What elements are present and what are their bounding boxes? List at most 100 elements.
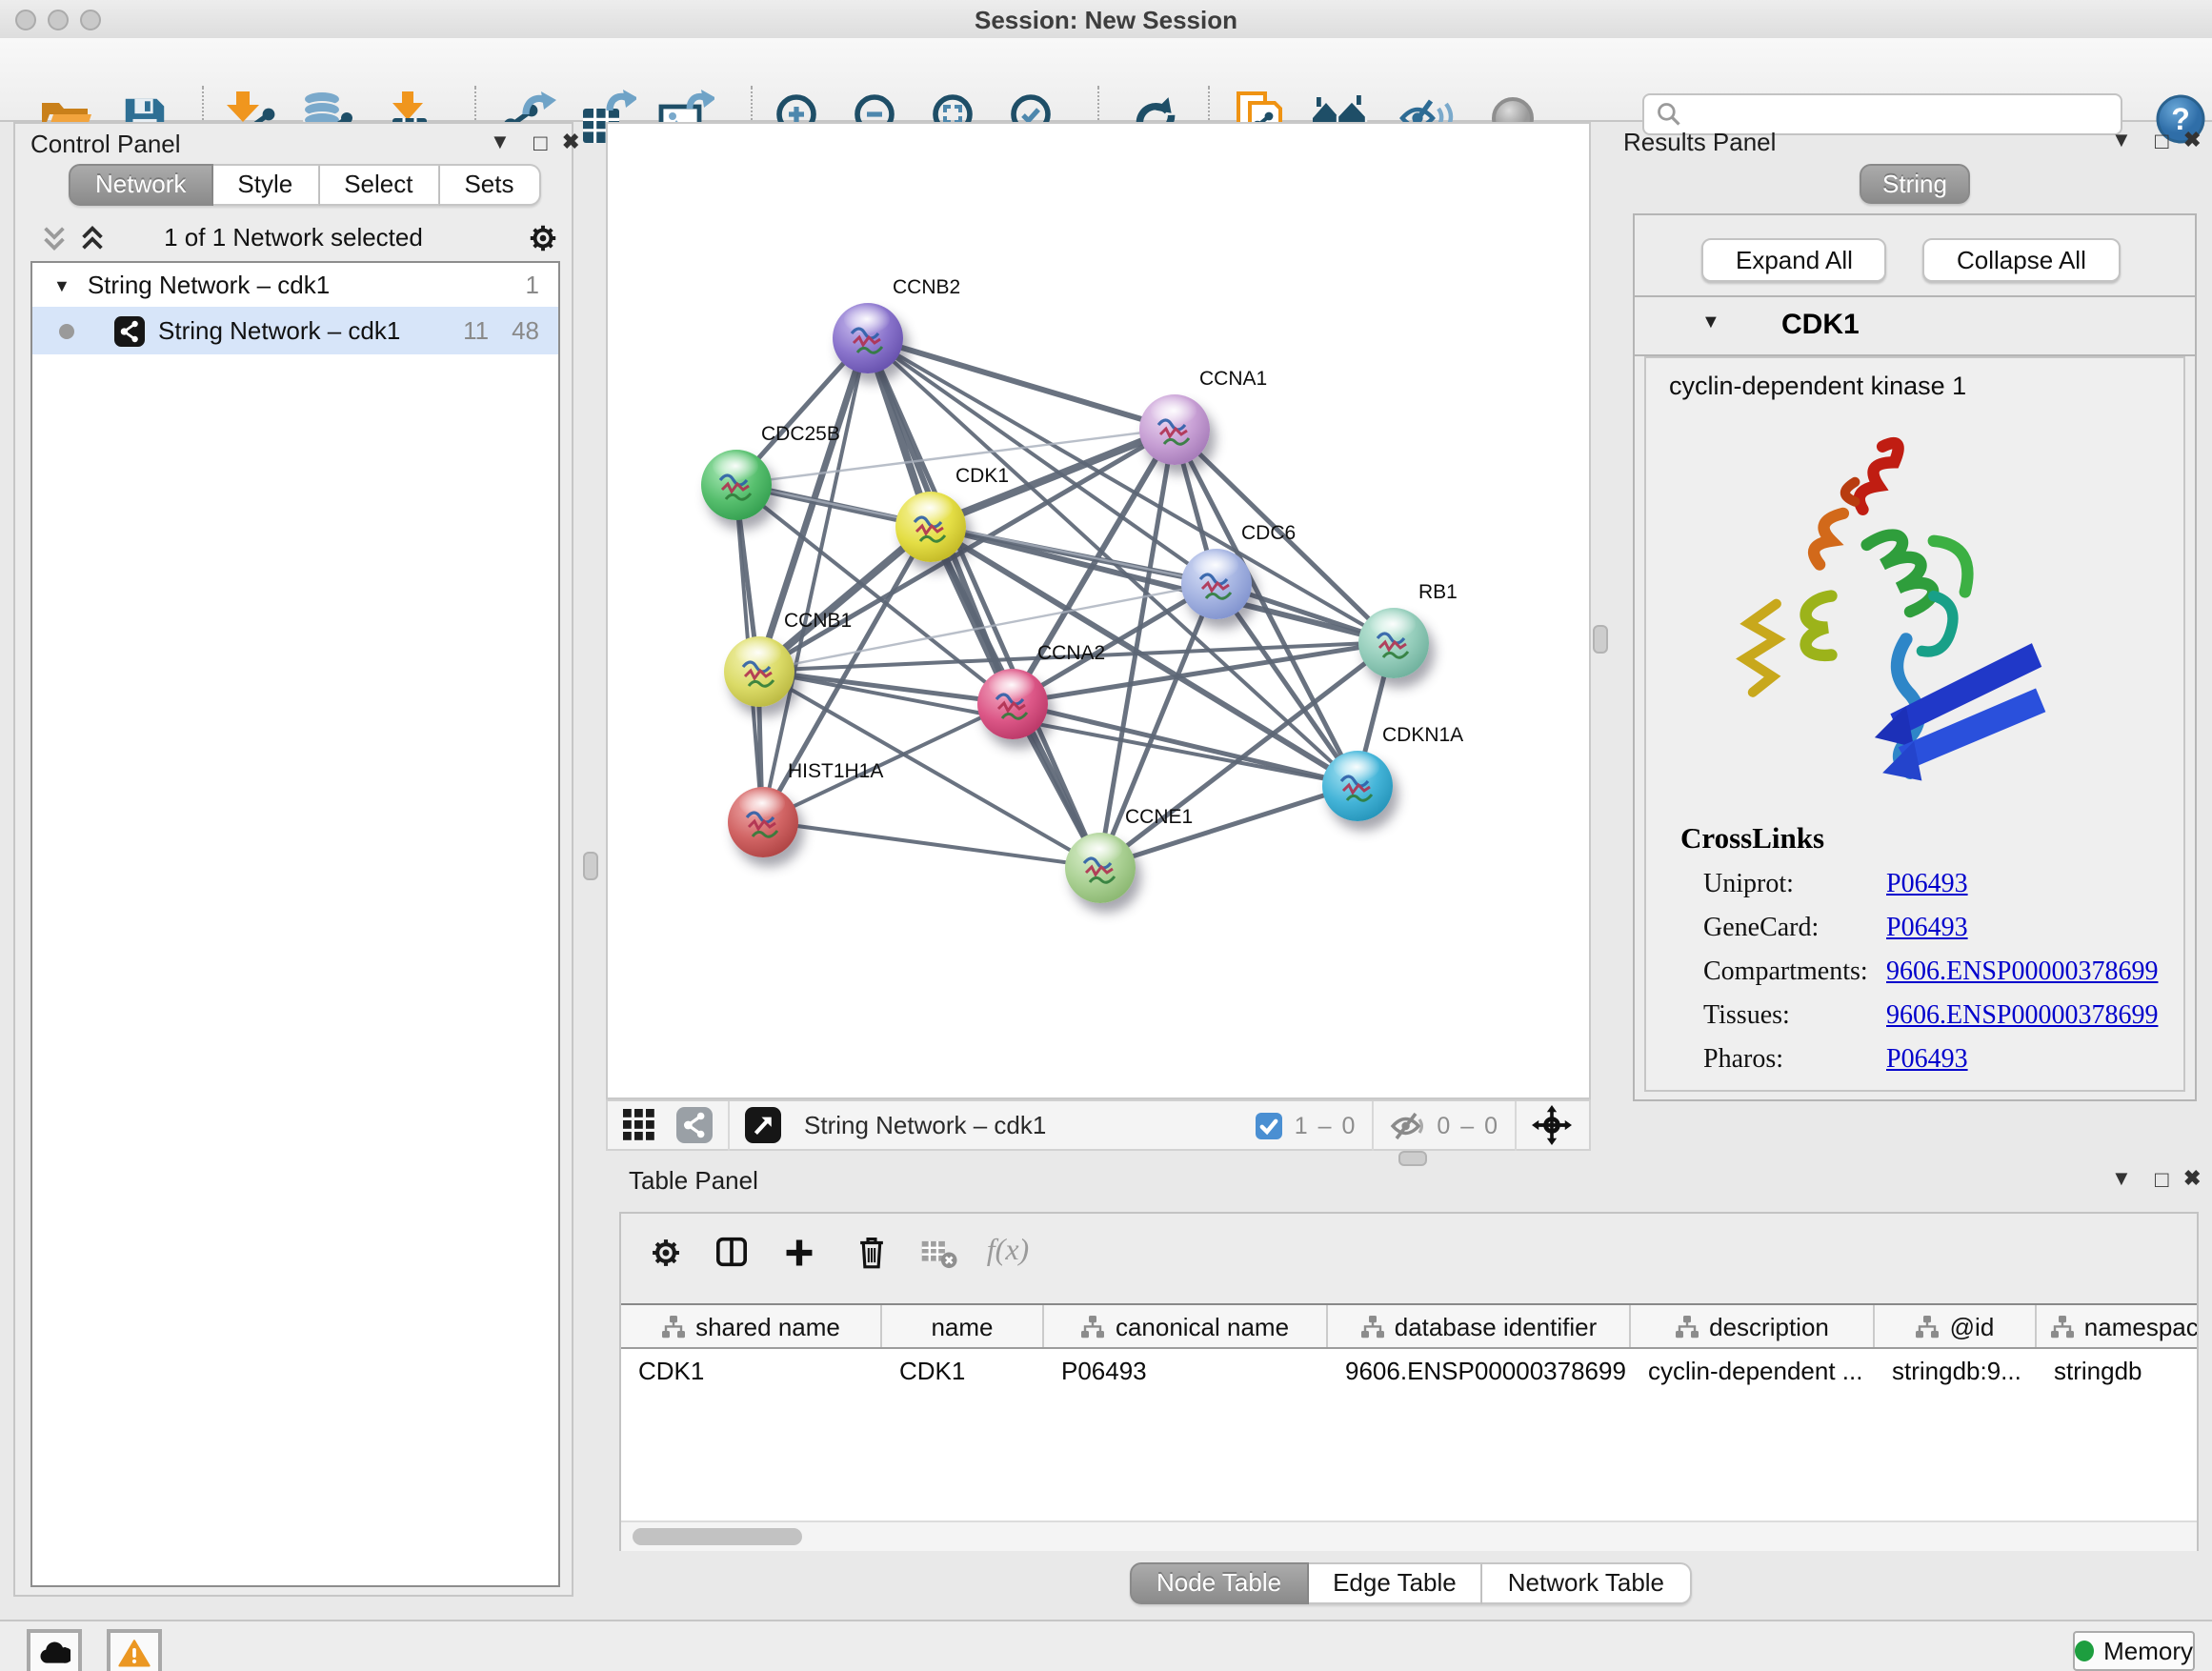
tab-network-table[interactable]: Network Table [1483,1562,1691,1604]
table-cell[interactable]: CDK1 [882,1349,1044,1393]
table-row[interactable]: CDK1CDK1P064939606.ENSP00000378699cyclin… [621,1349,2197,1393]
gear-icon[interactable] [526,221,560,255]
warnings-button[interactable] [107,1629,162,1671]
crosslink-row: Tissues:9606.ENSP00000378699 [1703,1002,2183,1033]
table-settings-button[interactable] [640,1227,690,1277]
network-status-dot [59,323,74,338]
network-edge[interactable] [867,337,1174,429]
network-edge[interactable] [867,337,1099,867]
panel-float-icon[interactable]: □ [533,130,548,156]
table-cell[interactable]: stringdb [2037,1349,2197,1393]
network-node-CCNA2[interactable]: CCNA2 [976,668,1047,738]
birdseye-grid-icon[interactable] [623,1109,655,1141]
crosslink-link[interactable]: 9606.ENSP00000378699 [1886,1002,2158,1033]
column-header-description[interactable]: description [1631,1305,1875,1347]
crosslink-link[interactable]: P06493 [1886,871,1968,901]
network-edge[interactable] [867,337,1393,642]
network-collection-row[interactable]: ▼ String Network – cdk1 1 [32,263,558,307]
panel-menu-icon[interactable]: ▼ [2111,1168,2132,1191]
table-cell[interactable]: CDK1 [621,1349,882,1393]
network-view-canvas[interactable]: CCNB2 CCNA1 CDC25B CDK1 CDC6 RB1 CCNB1 CCNA2 CDK… [606,122,1591,1099]
warning-icon [118,1638,151,1666]
network-icon-gray[interactable] [676,1107,713,1143]
table-panel-title: Table Panel [629,1166,758,1195]
panel-menu-icon[interactable]: ▼ [2111,130,2132,152]
collapse-all-button[interactable]: Collapse All [1922,238,2121,282]
crosslink-link[interactable]: 9606.ENSP00000378699 [1886,958,2158,989]
network-row[interactable]: String Network – cdk1 11 48 [32,307,558,354]
memory-button[interactable]: Memory [2073,1631,2195,1671]
network-edges [608,124,1591,1099]
panel-float-icon[interactable]: □ [2155,1166,2169,1193]
network-node-CDKN1A[interactable]: CDKN1A [1321,750,1392,820]
delete-column-button[interactable] [846,1227,895,1277]
column-header-database-identifier[interactable]: database identifier [1328,1305,1631,1347]
gene-symbol: CDK1 [1781,309,1860,341]
panel-close-icon[interactable]: ✖ [2183,1166,2201,1191]
collection-count: 1 [526,271,539,299]
network-edge[interactable] [758,671,1012,703]
table-horizontal-scrollbar[interactable] [621,1520,2197,1551]
bar-separator [1372,1100,1374,1150]
network-edge[interactable] [1012,703,1357,785]
tab-node-table[interactable]: Node Table [1130,1562,1308,1604]
node-label: CCNA2 [1037,641,1105,664]
panel-float-icon[interactable]: □ [2155,128,2169,154]
column-header-canonical-name[interactable]: canonical name [1044,1305,1328,1347]
crosslink-link[interactable]: P06493 [1886,915,1968,945]
function-builder-button[interactable]: f(x) [983,1227,1033,1277]
expand-all-button[interactable]: Expand All [1701,238,1887,282]
network-node-CCNA1[interactable]: CCNA1 [1138,393,1209,464]
table-cell[interactable]: P06493 [1044,1349,1328,1393]
network-edge[interactable] [762,337,867,821]
tab-style[interactable]: Style [212,164,319,206]
scrollbar-thumb[interactable] [633,1528,802,1545]
delete-table-button[interactable] [913,1227,962,1277]
left-splitter-handle[interactable] [583,852,598,880]
network-node-HIST1H1A[interactable]: HIST1H1A [727,786,797,856]
create-column-button[interactable] [774,1227,823,1277]
crosslink-link[interactable]: P06493 [1886,1046,1968,1077]
table-panel: Table Panel ▼ □ ✖ [606,1162,2202,1616]
crosslink-label: Compartments: [1703,958,1886,989]
section-expander-icon[interactable]: ▼ [1701,312,1720,333]
network-node-CCNB2[interactable]: CCNB2 [832,302,902,372]
node-count: 11 [463,316,489,345]
node-label: HIST1H1A [788,759,883,782]
panel-close-icon[interactable]: ✖ [2183,128,2201,152]
tab-edge-table[interactable]: Edge Table [1308,1562,1483,1604]
network-view-title: String Network – cdk1 [804,1111,1046,1139]
panel-close-icon[interactable]: ✖ [562,130,579,154]
crosslink-label: Tissues: [1703,1002,1886,1033]
network-node-CDC6[interactable]: CDC6 [1180,548,1251,618]
column-header--id[interactable]: @id [1875,1305,2037,1347]
panel-menu-icon[interactable]: ▼ [490,131,511,154]
show-columns-button[interactable] [707,1227,756,1277]
tree-expander-icon[interactable]: ▼ [53,275,70,294]
table-cell[interactable]: cyclin-dependent ... [1631,1349,1875,1393]
open-in-window-icon[interactable] [745,1107,781,1143]
table-cell[interactable]: 9606.ENSP00000378699 [1328,1349,1631,1393]
network-node-CDC25B[interactable]: CDC25B [700,449,771,519]
gene-section-header[interactable]: ▼ CDK1 [1635,297,2195,356]
tab-select[interactable]: Select [319,164,439,206]
network-edge[interactable] [762,821,1099,867]
network-node-CCNB1[interactable]: CCNB1 [723,635,794,706]
reset-position-icon[interactable] [1532,1105,1572,1145]
tab-sets[interactable]: Sets [439,164,540,206]
column-header-namespace[interactable]: namespace [2037,1305,2197,1347]
network-node-CDK1[interactable]: CDK1 [895,491,965,561]
jobs-status-button[interactable] [27,1629,82,1671]
control-panel-tabs: NetworkStyleSelectSets [69,164,541,206]
selected-checkbox-icon[interactable] [1257,1112,1283,1138]
gene-section-content: cyclin-dependent kinase 1 [1644,356,2185,1092]
network-node-RB1[interactable]: RB1 [1357,607,1428,677]
tab-string[interactable]: String [1860,164,1970,204]
tab-network[interactable]: Network [69,164,212,206]
title-bar: Session: New Session [0,0,2212,40]
column-header-shared-name[interactable]: shared name [621,1305,882,1347]
table-cell[interactable]: stringdb:9... [1875,1349,2037,1393]
network-node-CCNE1[interactable]: CCNE1 [1064,832,1135,902]
bar-separator [1515,1100,1517,1150]
column-header-name[interactable]: name [882,1305,1044,1347]
